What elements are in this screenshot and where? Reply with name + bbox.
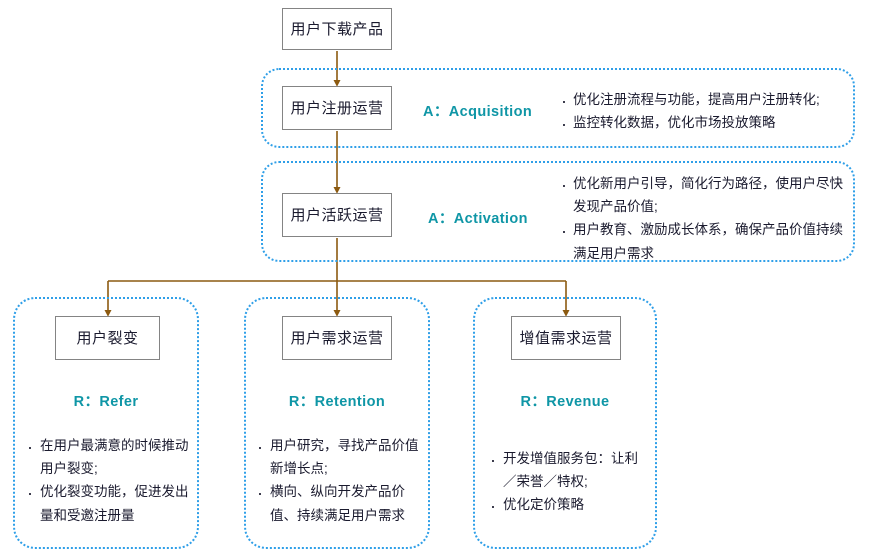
stage-label-activation: A：Activation [428, 211, 528, 227]
node-root-label: 用户下载产品 [290, 20, 384, 38]
bullet-list-acquisition: 优化注册流程与功能，提高用户注册转化; 监控转化数据，优化市场投放策略 [560, 86, 850, 140]
node-retention-label: 用户需求运营 [290, 329, 384, 347]
bullet-list-activation: 优化新用户引导，简化行为路径，使用户尽快发现产品价值; 用户教育、激励成长体系，… [560, 170, 855, 265]
list-item: 优化新用户引导，简化行为路径，使用户尽快发现产品价值; [560, 170, 855, 218]
node-acquisition[interactable]: 用户注册运营 [282, 86, 392, 130]
stage-label-acquisition: A：Acquisition [423, 104, 533, 120]
stage-label-refer: R：Refer [73, 394, 139, 410]
list-item: 用户研究，寻找产品价值新增长点; [256, 432, 424, 480]
node-refer[interactable]: 用户裂变 [55, 316, 160, 360]
node-root[interactable]: 用户下载产品 [282, 8, 392, 50]
node-retention[interactable]: 用户需求运营 [282, 316, 392, 360]
list-item: 在用户最满意的时候推动用户裂变; [26, 432, 191, 480]
list-item: 横向、纵向开发产品价值、持续满足用户需求 [256, 478, 424, 526]
stage-label-retention: R：Retention [288, 394, 386, 410]
list-item: 优化裂变功能，促进发出量和受邀注册量 [26, 478, 191, 526]
list-item: 监控转化数据，优化市场投放策略 [560, 109, 850, 140]
node-activation[interactable]: 用户活跃运营 [282, 193, 392, 237]
bullet-list-retention: 用户研究，寻找产品价值新增长点; 横向、纵向开发产品价值、持续满足用户需求 [256, 432, 424, 527]
diagram-canvas: 用户下载产品 用户注册运营 A：Acquisition 优化注册流程与功能，提高… [0, 0, 869, 559]
node-activation-label: 用户活跃运营 [290, 206, 384, 224]
bullet-list-refer: 在用户最满意的时候推动用户裂变; 优化裂变功能，促进发出量和受邀注册量 [26, 432, 191, 527]
list-item: 开发增值服务包：让利／荣誉／特权; [489, 445, 651, 493]
stage-label-revenue: R：Revenue [520, 394, 610, 410]
bullet-list-revenue: 开发增值服务包：让利／荣誉／特权; 优化定价策略 [489, 445, 651, 523]
node-revenue-label: 增值需求运营 [519, 329, 613, 347]
node-revenue[interactable]: 增值需求运营 [511, 316, 621, 360]
list-item: 优化定价策略 [489, 491, 651, 522]
list-item: 优化注册流程与功能，提高用户注册转化; [560, 86, 850, 117]
node-refer-label: 用户裂变 [76, 329, 139, 347]
node-acquisition-label: 用户注册运营 [290, 99, 384, 117]
list-item: 用户教育、激励成长体系，确保产品价值持续满足用户需求 [560, 216, 855, 264]
